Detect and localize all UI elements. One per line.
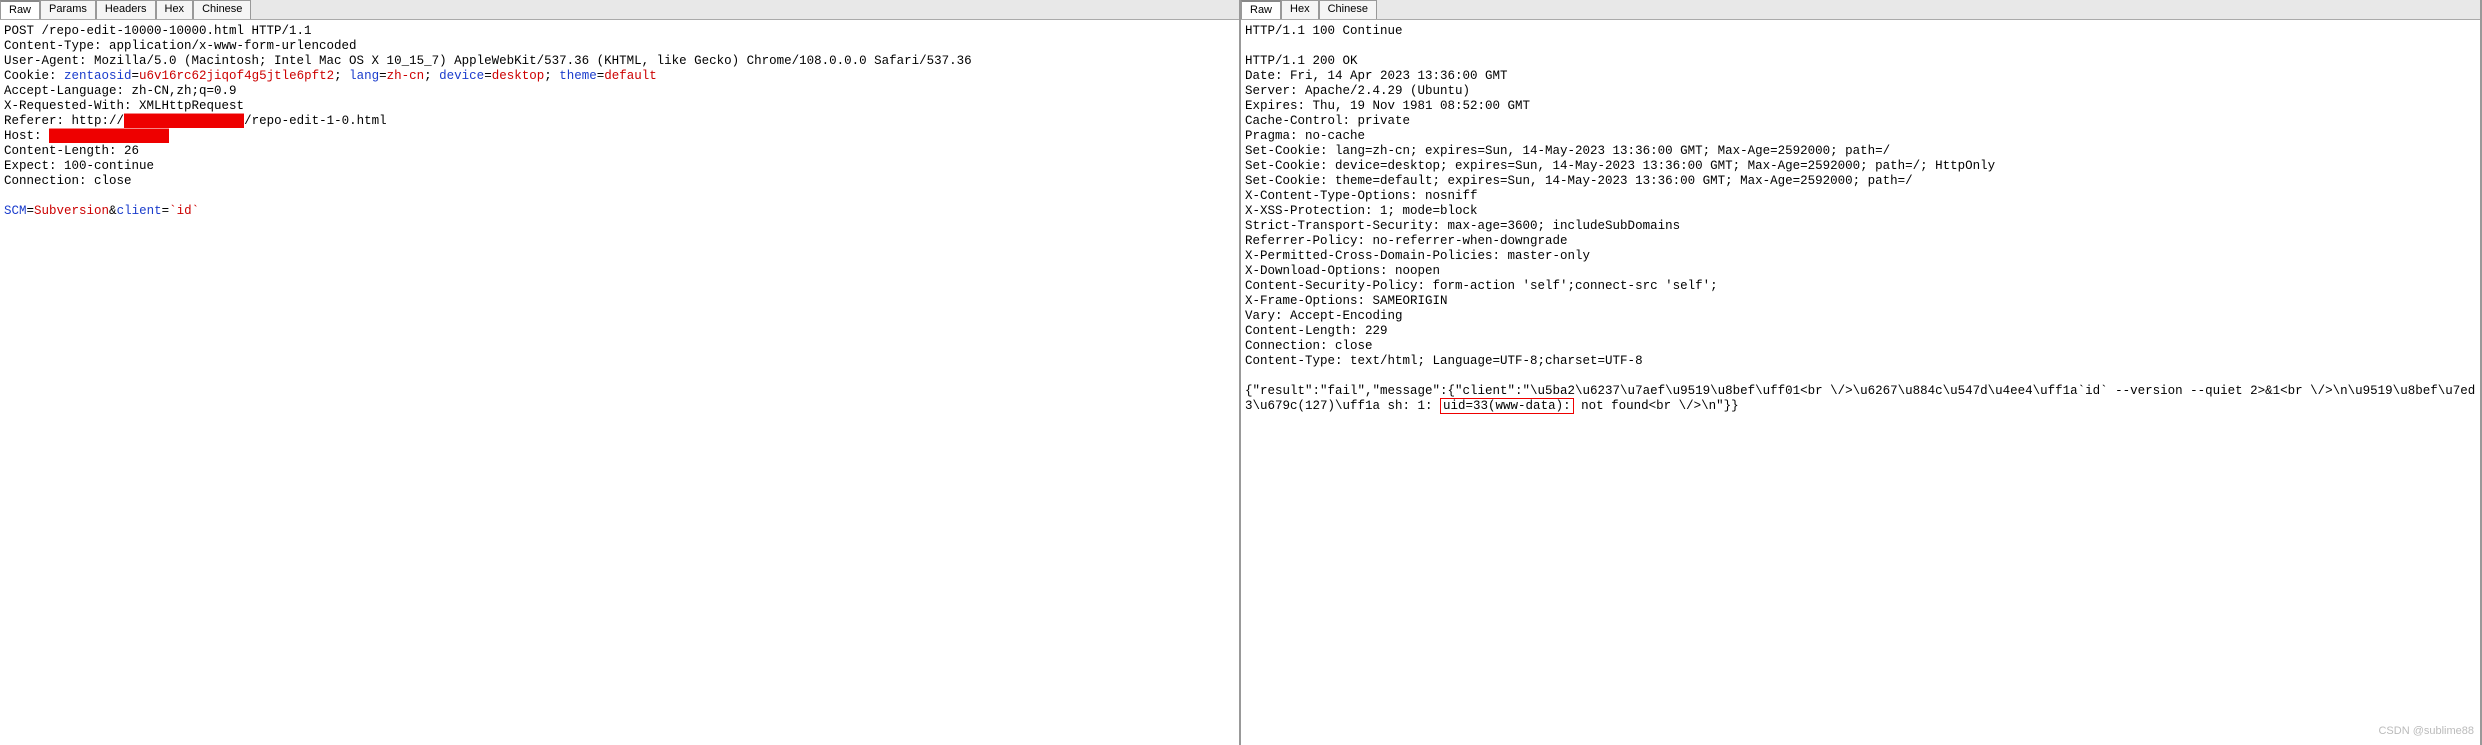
header-expires: Expires: Thu, 19 Nov 1981 08:52:00 GMT (1245, 99, 1530, 113)
response-body-pre: {"result":"fail","message":{"client":"\u… (1245, 384, 2475, 413)
header-strict-transport-security: Strict-Transport-Security: max-age=3600;… (1245, 219, 1680, 233)
tab-hex[interactable]: Hex (1281, 0, 1319, 19)
header-referrer-policy: Referrer-Policy: no-referrer-when-downgr… (1245, 234, 1568, 248)
header-content-type: Content-Type: text/html; Language=UTF-8;… (1245, 354, 1643, 368)
tab-raw[interactable]: Raw (0, 0, 40, 19)
cookie-key: lang (349, 69, 379, 83)
response-tab-bar: Raw Hex Chinese (1241, 0, 2480, 20)
header-x-permitted-cross-domain-policies: X-Permitted-Cross-Domain-Policies: maste… (1245, 249, 1590, 263)
host-prefix: Host: (4, 129, 49, 143)
body-param-val: Subversion (34, 204, 109, 218)
watermark: CSDN @sublime88 (2378, 724, 2474, 739)
tab-params[interactable]: Params (40, 0, 96, 19)
request-line: POST /repo-edit-10000-10000.html HTTP/1.… (4, 24, 312, 38)
cookie-val: default (604, 69, 657, 83)
cookie-val: zh-cn (387, 69, 425, 83)
header-content-type: Content-Type: application/x-www-form-url… (4, 39, 357, 53)
header-x-content-type-options: X-Content-Type-Options: nosniff (1245, 189, 1478, 203)
tab-raw[interactable]: Raw (1241, 0, 1281, 19)
tab-chinese[interactable]: Chinese (193, 0, 251, 19)
request-content[interactable]: POST /repo-edit-10000-10000.html HTTP/1.… (0, 20, 1239, 745)
header-date: Date: Fri, 14 Apr 2023 13:36:00 GMT (1245, 69, 1508, 83)
header-x-requested-with: X-Requested-With: XMLHttpRequest (4, 99, 244, 113)
header-x-download-options: X-Download-Options: noopen (1245, 264, 1440, 278)
header-x-frame-options: X-Frame-Options: SAMEORIGIN (1245, 294, 1448, 308)
body-param-val: `id` (169, 204, 199, 218)
body-param-key: SCM (4, 204, 27, 218)
tab-headers[interactable]: Headers (96, 0, 156, 19)
header-content-security-policy: Content-Security-Policy: form-action 'se… (1245, 279, 1718, 293)
header-content-length: Content-Length: 26 (4, 144, 139, 158)
status-line-100: HTTP/1.1 100 Continue (1245, 24, 1403, 38)
request-panel: Raw Params Headers Hex Chinese POST /rep… (0, 0, 1241, 745)
tab-hex[interactable]: Hex (156, 0, 194, 19)
header-pragma: Pragma: no-cache (1245, 129, 1365, 143)
header-accept-language: Accept-Language: zh-CN,zh;q=0.9 (4, 84, 237, 98)
header-cookie-prefix: Cookie: (4, 69, 64, 83)
response-content[interactable]: HTTP/1.1 100 Continue HTTP/1.1 200 OK Da… (1241, 20, 2480, 745)
redacted-host-icon: ████████████████ (124, 114, 244, 128)
cookie-key: zentaosid (64, 69, 132, 83)
response-panel: Raw Hex Chinese HTTP/1.1 100 Continue HT… (1241, 0, 2482, 745)
cookie-val: desktop (492, 69, 545, 83)
cookie-key: device (439, 69, 484, 83)
header-cache-control: Cache-Control: private (1245, 114, 1410, 128)
request-tab-bar: Raw Params Headers Hex Chinese (0, 0, 1239, 20)
header-connection: Connection: close (4, 174, 132, 188)
status-line-200: HTTP/1.1 200 OK (1245, 54, 1358, 68)
header-user-agent: User-Agent: Mozilla/5.0 (Macintosh; Inte… (4, 54, 972, 68)
header-content-length: Content-Length: 229 (1245, 324, 1388, 338)
header-server: Server: Apache/2.4.29 (Ubuntu) (1245, 84, 1470, 98)
redacted-host-icon: ████████████████ (49, 129, 169, 143)
cookie-key: theme (559, 69, 597, 83)
header-connection: Connection: close (1245, 339, 1373, 353)
cookie-val: u6v16rc62jiqof4g5jtle6pft2 (139, 69, 334, 83)
referer-suffix: /repo-edit-1-0.html (244, 114, 387, 128)
header-set-cookie: Set-Cookie: device=desktop; expires=Sun,… (1245, 159, 1995, 173)
highlight-uid: uid=33(www-data): (1440, 398, 1574, 414)
header-expect: Expect: 100-continue (4, 159, 154, 173)
tab-chinese[interactable]: Chinese (1319, 0, 1377, 19)
header-set-cookie: Set-Cookie: lang=zh-cn; expires=Sun, 14-… (1245, 144, 1890, 158)
body-param-key: client (117, 204, 162, 218)
header-set-cookie: Set-Cookie: theme=default; expires=Sun, … (1245, 174, 1913, 188)
referer-prefix: Referer: http:// (4, 114, 124, 128)
response-body-post: not found<br \/>\n"}} (1574, 399, 1739, 413)
header-x-xss-protection: X-XSS-Protection: 1; mode=block (1245, 204, 1478, 218)
header-vary: Vary: Accept-Encoding (1245, 309, 1403, 323)
